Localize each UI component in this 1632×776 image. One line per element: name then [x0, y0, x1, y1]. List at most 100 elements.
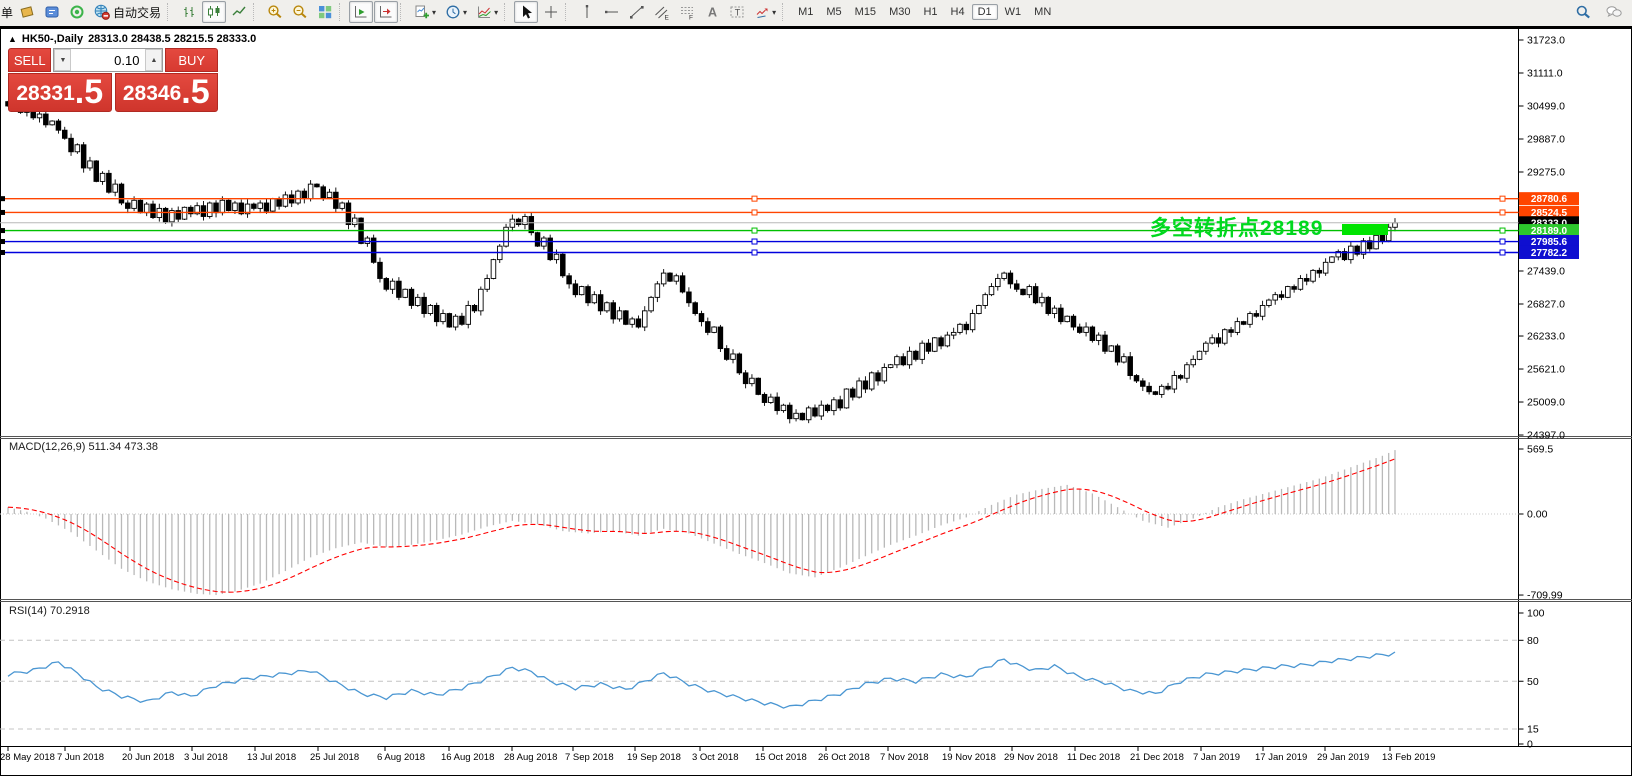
timeframe-button-m5[interactable]: M5 — [820, 4, 847, 20]
candle-body — [780, 404, 787, 412]
volume-increase-button[interactable]: ▲ — [145, 49, 163, 71]
candle-body — [1114, 345, 1121, 363]
vertical-line-icon[interactable] — [575, 1, 599, 23]
candlestick-chart-icon — [208, 6, 220, 18]
toolbar: 单 自动交易 ▾ ▾ ▾ E F A T ▾ M1 M5 M15 M30 H1 H4 D1 W1 MN — [0, 0, 1632, 24]
candlestick-chart-icon[interactable] — [202, 1, 227, 23]
new-order-icon[interactable] — [15, 1, 39, 23]
line-handle[interactable] — [751, 249, 758, 256]
candle-body — [919, 342, 925, 360]
dropdown-caret-icon[interactable]: ▾ — [494, 8, 498, 17]
orders-partial-label[interactable]: 单 — [0, 4, 14, 21]
timeframe-button-w1[interactable]: W1 — [999, 4, 1028, 20]
line-handle[interactable] — [1499, 238, 1506, 245]
pivot-highlight-rect[interactable] — [1342, 224, 1388, 235]
candle-body — [585, 286, 591, 304]
date-tick-label: 13 Feb 2019 — [1382, 752, 1435, 763]
dropdown-caret-icon[interactable]: ▾ — [772, 8, 776, 17]
line-handle[interactable] — [0, 196, 5, 202]
volume-input[interactable]: 0.10 — [71, 49, 145, 71]
candle-body — [572, 283, 579, 296]
crosshair-icon[interactable] — [539, 1, 563, 23]
profiles-icon[interactable]: ▾ — [441, 1, 471, 23]
candle-body — [648, 296, 654, 312]
dropdown-caret-icon[interactable]: ▾ — [432, 8, 436, 17]
text-label-icon[interactable]: T — [725, 1, 749, 23]
auto-scroll-icon[interactable] — [349, 1, 374, 23]
line-handle[interactable] — [1499, 209, 1506, 216]
candle-body — [125, 202, 131, 209]
cursor-icon[interactable] — [514, 1, 539, 23]
line-handle[interactable] — [1499, 195, 1506, 202]
chat-icon[interactable] — [1602, 1, 1626, 23]
line-chart-icon[interactable] — [227, 1, 251, 23]
new-chart-icon[interactable]: ▾ — [410, 1, 440, 23]
candle-body — [950, 331, 957, 336]
metaeditor-icon[interactable] — [40, 1, 64, 23]
signals-icon[interactable] — [65, 1, 89, 23]
timeframe-button-h4[interactable]: H4 — [945, 4, 971, 20]
line-handle[interactable] — [1499, 227, 1506, 234]
trendline-icon[interactable] — [625, 1, 649, 23]
candle-body — [137, 199, 144, 214]
timeframe-button-m30[interactable]: M30 — [883, 4, 916, 20]
sell-price-button[interactable]: 28331 .5 — [8, 73, 112, 112]
price-level-badge-text: 27782.2 — [1531, 248, 1568, 259]
candle-body — [635, 318, 642, 328]
fibonacci-icon[interactable]: F — [675, 1, 699, 23]
buy-price-button[interactable]: 28346 .5 — [114, 73, 218, 112]
horizontal-line-icon[interactable] — [600, 1, 624, 23]
zoom-out-icon[interactable] — [288, 1, 312, 23]
timeframe-button-m15[interactable]: M15 — [849, 4, 882, 20]
candle-body — [1203, 342, 1209, 352]
line-handle[interactable] — [1499, 249, 1506, 256]
candle-body — [969, 313, 976, 331]
text-icon[interactable]: A — [700, 1, 724, 23]
candle-body — [1133, 375, 1140, 382]
line-handle[interactable] — [0, 249, 5, 255]
candle-body — [465, 304, 471, 325]
candle-body — [623, 310, 629, 325]
line-handle[interactable] — [0, 209, 5, 215]
candle-body — [1064, 315, 1070, 323]
bar-chart-icon — [184, 7, 194, 17]
candle-body — [320, 186, 326, 199]
timeframe-button-d1[interactable]: D1 — [971, 4, 998, 20]
candle-body — [55, 120, 62, 131]
line-handle[interactable] — [751, 238, 758, 245]
timeframe-button-mn[interactable]: MN — [1028, 4, 1057, 20]
timeframe-button-h1[interactable]: H1 — [917, 4, 943, 20]
dropdown-caret-icon[interactable]: ▾ — [463, 8, 467, 17]
line-handle[interactable] — [0, 239, 5, 245]
candle-body — [1303, 278, 1310, 282]
candle-body — [1209, 337, 1215, 344]
chart-shift-icon[interactable] — [374, 1, 399, 23]
zoom-in-icon[interactable] — [263, 1, 287, 23]
line-handle[interactable] — [751, 227, 758, 234]
price-tick-label: 25621.0 — [1527, 364, 1565, 376]
line-handle[interactable] — [751, 195, 758, 202]
candle-body — [850, 388, 856, 398]
panel-collapse-icon[interactable]: ▲ — [8, 34, 17, 44]
bar-chart-icon[interactable] — [177, 1, 201, 23]
sell-price-fraction: .5 — [74, 73, 104, 111]
line-handle[interactable] — [0, 228, 5, 234]
tile-windows-icon[interactable] — [313, 1, 337, 23]
symbol-search-icon[interactable] — [1571, 1, 1595, 23]
equidistant-channel-icon[interactable]: E — [650, 1, 674, 23]
zoom-in-icon — [268, 5, 282, 19]
arrow-objects-icon[interactable]: ▾ — [750, 1, 780, 23]
buy-button[interactable]: BUY — [165, 48, 218, 72]
zoom-out-icon — [293, 5, 307, 19]
chart-canvas[interactable]: 31723.0 31111.0 30499.0 29887.0 29275.0 27439… — [0, 28, 1632, 776]
autotrading-button[interactable]: 自动交易 — [90, 1, 165, 23]
macd-axis-label: 0.00 — [1527, 509, 1548, 521]
candle-body — [1045, 296, 1051, 314]
pivot-annotation-text[interactable]: 多空转折点28189 — [1150, 212, 1323, 242]
timeframe-button-m1[interactable]: M1 — [792, 4, 819, 20]
indicator-list-icon[interactable]: ▾ — [472, 1, 502, 23]
sell-button[interactable]: SELL — [8, 48, 52, 72]
candle-body — [396, 280, 402, 298]
volume-decrease-button[interactable]: ▼ — [54, 49, 72, 71]
line-handle[interactable] — [751, 209, 758, 216]
